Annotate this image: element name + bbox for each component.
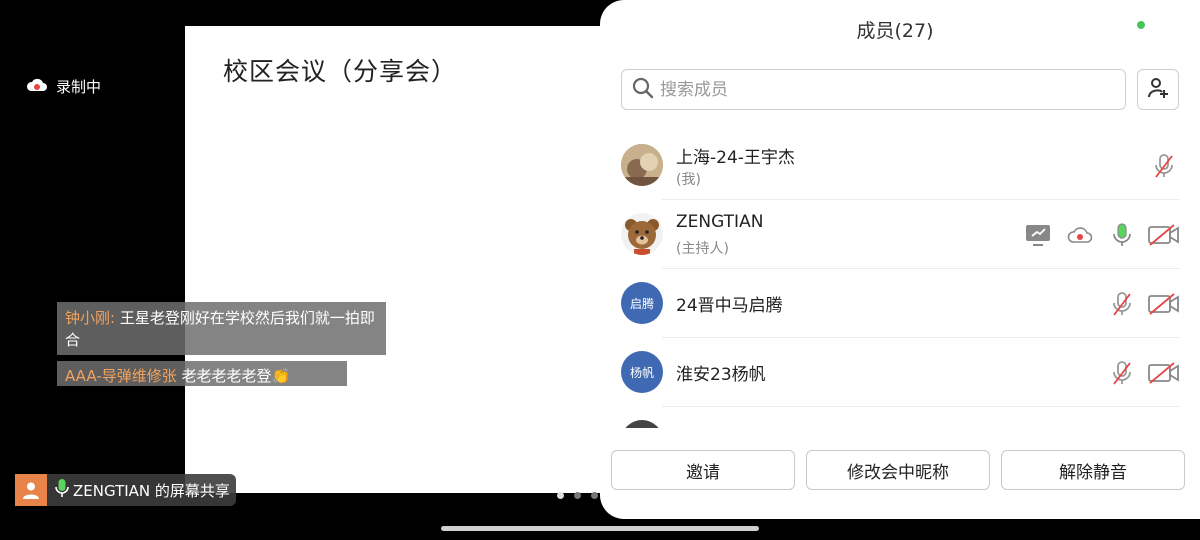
- slide-title: 校区会议（分享会）: [223, 57, 458, 86]
- page-dot[interactable]: [574, 492, 581, 499]
- screen-share-icon[interactable]: [1022, 224, 1054, 246]
- member-avatar: [621, 213, 663, 255]
- member-name: 淮安23杨帆: [676, 365, 766, 385]
- member-name: ZENGTIAN: [676, 212, 764, 232]
- member-avatar: [621, 144, 663, 186]
- mic-active-icon[interactable]: [1106, 222, 1138, 248]
- camera-off-icon[interactable]: [1148, 361, 1180, 384]
- member-row[interactable]: 上海-24-王宇杰 (我): [600, 131, 1200, 200]
- search-input[interactable]: [658, 78, 1102, 101]
- member-row[interactable]: ZENGTIAN (主持人): [600, 200, 1200, 269]
- page-dot[interactable]: [557, 492, 564, 499]
- member-search[interactable]: [621, 69, 1126, 110]
- cloud-record-icon: [26, 77, 48, 97]
- add-member-button[interactable]: [1137, 69, 1179, 110]
- member-row[interactable]: 杨帆 淮安23杨帆: [600, 338, 1200, 407]
- member-avatar: 启腾: [621, 282, 663, 324]
- member-list[interactable]: 上海-24-王宇杰 (我) ZENGTIAN (主持人) 启腾 24晋中马启腾 …: [600, 131, 1200, 428]
- page-indicator: [557, 492, 598, 499]
- mic-muted-icon[interactable]: [1106, 291, 1138, 317]
- member-name: 24晋中马启腾: [676, 296, 783, 316]
- member-role: (我): [676, 172, 701, 188]
- chat-sender: AAA-导弹维修张: [65, 367, 177, 385]
- invite-button[interactable]: 邀请: [611, 450, 795, 490]
- home-indicator[interactable]: [441, 526, 759, 531]
- recording-label: 录制中: [56, 78, 102, 96]
- member-avatar: [621, 420, 663, 428]
- chat-message: 钟小刚: 王星老登刚好在学校然后我们就一拍即合: [57, 302, 386, 355]
- chat-message: AAA-导弹维修张 老老老老老登👏: [57, 361, 347, 386]
- cloud-record-icon[interactable]: [1064, 226, 1096, 244]
- search-icon: [632, 77, 654, 103]
- connection-status-dot: [1137, 21, 1145, 29]
- camera-off-icon[interactable]: [1148, 292, 1180, 315]
- page-dot[interactable]: [591, 492, 598, 499]
- member-row[interactable]: 启腾 24晋中马启腾: [600, 269, 1200, 338]
- rename-button[interactable]: 修改会中昵称: [806, 450, 990, 490]
- unmute-button[interactable]: 解除静音: [1001, 450, 1185, 490]
- camera-off-icon[interactable]: [1148, 223, 1180, 246]
- members-panel: 成员(27) 搜索成员 上海-24-王宇杰 (我) ZENGTIAN (主持人)…: [600, 0, 1200, 519]
- mic-muted-icon[interactable]: [1106, 360, 1138, 386]
- mic-active-icon: [55, 478, 69, 502]
- chat-sender: 钟小刚:: [65, 309, 116, 327]
- chat-text: 老老老老老登👏: [181, 367, 291, 385]
- screen-share-bar[interactable]: ZENGTIAN 的屏幕共享: [15, 474, 236, 506]
- user-avatar-icon: [15, 474, 47, 506]
- add-user-icon: [1146, 76, 1170, 104]
- member-avatar: 杨帆: [621, 351, 663, 393]
- shared-slide: 校区会议（分享会）: [185, 26, 625, 493]
- member-row[interactable]: [600, 407, 1200, 428]
- member-actions: 邀请 修改会中昵称 解除静音: [611, 450, 1185, 490]
- members-title: 成员(27): [856, 20, 934, 42]
- member-name: 上海-24-王宇杰: [676, 148, 795, 168]
- member-role: (主持人): [676, 241, 729, 257]
- mic-muted-icon[interactable]: [1148, 153, 1180, 179]
- screen-share-label: ZENGTIAN 的屏幕共享: [73, 481, 230, 500]
- recording-indicator: 录制中: [26, 76, 101, 97]
